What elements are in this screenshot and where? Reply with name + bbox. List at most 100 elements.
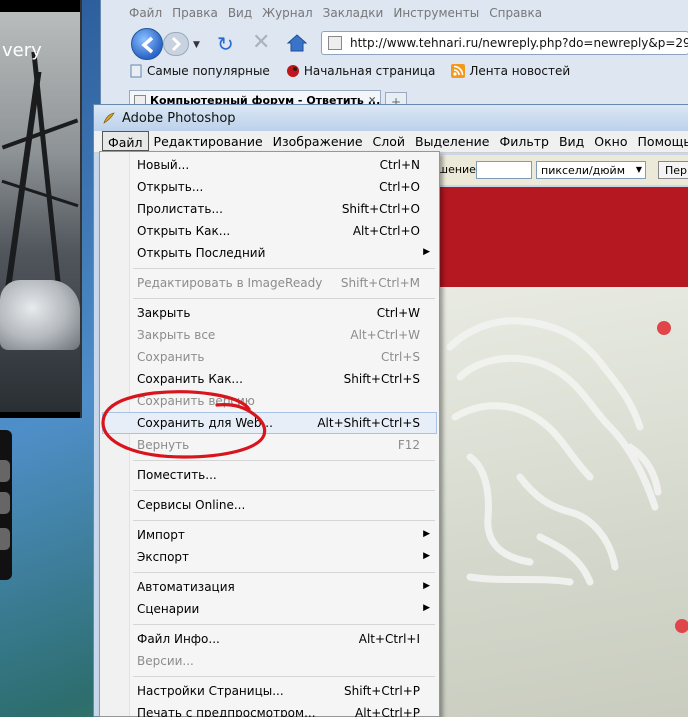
menu-item-scripts[interactable]: Сценарии ▶ <box>102 598 437 620</box>
red-marker-dot <box>675 619 688 633</box>
bookmark-news-feed[interactable]: Лента новостей <box>451 64 570 78</box>
menu-item-label: Открыть Как... <box>137 224 231 238</box>
select-arrow-icon: ▼ <box>635 165 642 174</box>
menu-item-label: Новый... <box>137 158 190 172</box>
photoshop-feather-icon <box>103 112 115 124</box>
photoshop-titlebar[interactable]: Adobe Photoshop <box>94 105 688 131</box>
menu-item-label: Сохранить Как... <box>137 372 243 386</box>
red-circle-annotation <box>101 390 267 459</box>
browser-menu-tools[interactable]: Инструменты <box>393 6 479 20</box>
menu-item-print-preview[interactable]: Печать с предпросмотром... Alt+Ctrl+P <box>102 702 437 717</box>
menu-item-shortcut: Shift+Ctrl+M <box>340 276 420 290</box>
menu-file[interactable]: Файл <box>102 131 149 151</box>
firefox-red-icon <box>286 65 299 77</box>
browser-menu-edit[interactable]: Правка <box>172 6 218 20</box>
menu-item-export[interactable]: Экспорт ▶ <box>102 546 437 568</box>
photo-viewer-window[interactable]: very <box>0 0 82 418</box>
browser-menubar: Файл Правка Вид Журнал Закладки Инструме… <box>129 6 542 20</box>
menu-item-versions: Версии... <box>102 650 437 672</box>
bookmark-start-page[interactable]: Начальная страница <box>286 64 435 78</box>
menu-separator <box>133 298 435 299</box>
browser-menu-bookmarks[interactable]: Закладки <box>323 6 384 20</box>
menu-item-shortcut: Alt+Ctrl+W <box>350 328 420 342</box>
menu-item-label: Сервисы Online... <box>137 498 246 512</box>
menu-item-shortcut: Alt+Shift+Ctrl+S <box>317 416 420 430</box>
menu-item-label: Пролистать... <box>137 202 223 216</box>
menu-item-shortcut: Ctrl+S <box>380 350 420 364</box>
stop-icon[interactable]: ✕ <box>252 30 270 55</box>
menu-item-label: Поместить... <box>137 468 217 482</box>
browser-menu-file[interactable]: Файл <box>129 6 162 20</box>
solder-trace-image <box>446 317 662 586</box>
history-dropdown-icon[interactable]: ▼ <box>193 40 200 50</box>
menu-item-shortcut: Ctrl+O <box>379 180 420 194</box>
bookmark-label: Лента новостей <box>469 64 571 78</box>
submenu-arrow-icon: ▶ <box>423 581 430 591</box>
menu-layer[interactable]: Слой <box>368 131 411 151</box>
menu-separator <box>133 624 435 625</box>
browser-menu-help[interactable]: Справка <box>489 6 542 20</box>
menu-item-save: Сохранить Ctrl+S <box>102 346 437 368</box>
menu-item-edit-in-imageready: Редактировать в ImageReady Shift+Ctrl+M <box>102 272 437 294</box>
menu-item-open-recent[interactable]: Открыть Последний ▶ <box>102 242 437 264</box>
menu-separator <box>133 490 435 491</box>
menu-item-label: Открыть... <box>137 180 204 194</box>
menu-item-automate[interactable]: Автоматизация ▶ <box>102 576 437 598</box>
home-icon[interactable] <box>286 33 308 53</box>
menu-window[interactable]: Окно <box>589 131 632 151</box>
menu-item-close[interactable]: Закрыть Ctrl+W <box>102 302 437 324</box>
submenu-arrow-icon: ▶ <box>423 247 430 257</box>
menu-item-label: Файл Инфо... <box>137 632 220 646</box>
menu-item-label: Автоматизация <box>137 580 235 594</box>
resolution-input[interactable] <box>476 161 532 179</box>
menu-item-shortcut: Alt+Ctrl+P <box>355 706 420 717</box>
menu-select[interactable]: Выделение <box>410 131 494 151</box>
rss-feed-icon <box>451 64 466 78</box>
menu-filter[interactable]: Фильтр <box>494 131 553 151</box>
browser-menu-view[interactable]: Вид <box>228 6 252 20</box>
menu-separator <box>133 572 435 573</box>
reload-icon[interactable]: ↻ <box>217 32 234 56</box>
menu-item-close-all: Закрыть все Alt+Ctrl+W <box>102 324 437 346</box>
forward-button[interactable] <box>163 32 189 56</box>
menu-item-label: Печать с предпросмотром... <box>137 706 316 717</box>
url-text: http://www.tehnari.ru/newreply.php?do=ne… <box>350 36 688 50</box>
resolution-unit-select[interactable]: пиксели/дюйм ▼ <box>536 161 646 179</box>
menu-item-open[interactable]: Открыть... Ctrl+O <box>102 176 437 198</box>
menu-item-shortcut: F12 <box>397 438 420 452</box>
document-canvas[interactable] <box>440 187 688 717</box>
menu-item-label: Открыть Последний <box>137 246 266 260</box>
menu-image[interactable]: Изображение <box>268 131 368 151</box>
menu-item-shortcut: Ctrl+N <box>379 158 420 172</box>
menu-separator <box>133 268 435 269</box>
desktop-sidebar-strip[interactable] <box>0 430 12 580</box>
submenu-arrow-icon: ▶ <box>423 551 430 561</box>
back-arrow-icon <box>141 36 154 54</box>
browser-menu-history[interactable]: Журнал <box>262 6 313 20</box>
menu-item-import[interactable]: Импорт ▶ <box>102 524 437 546</box>
submenu-arrow-icon: ▶ <box>423 603 430 613</box>
menu-item-new[interactable]: Новый... Ctrl+N <box>102 154 437 176</box>
menu-separator <box>133 520 435 521</box>
menu-item-page-setup[interactable]: Настройки Страницы... Shift+Ctrl+P <box>102 680 437 702</box>
car-image <box>0 280 80 350</box>
browser-window[interactable]: Файл Правка Вид Журнал Закладки Инструме… <box>100 0 688 112</box>
window-title: Adobe Photoshop <box>122 111 236 126</box>
menu-item-place[interactable]: Поместить... <box>102 464 437 486</box>
menu-item-shortcut: Shift+Ctrl+S <box>343 372 420 386</box>
menu-item-file-info[interactable]: Файл Инфо... Alt+Ctrl+I <box>102 628 437 650</box>
menu-view[interactable]: Вид <box>554 131 589 151</box>
menu-item-browse[interactable]: Пролистать... Shift+Ctrl+O <box>102 198 437 220</box>
photo-image <box>0 12 80 412</box>
resolution-unit-value: пиксели/дюйм <box>541 164 625 177</box>
menu-help[interactable]: Помощь <box>633 131 688 151</box>
options-button[interactable]: Пер <box>658 161 688 179</box>
back-button[interactable] <box>131 28 163 60</box>
address-bar[interactable]: http://www.tehnari.ru/newreply.php?do=ne… <box>321 31 688 55</box>
menu-edit[interactable]: Редактирование <box>149 131 268 151</box>
menu-item-online-services[interactable]: Сервисы Online... <box>102 494 437 516</box>
menu-item-open-as[interactable]: Открыть Как... Alt+Ctrl+O <box>102 220 437 242</box>
bookmark-most-visited[interactable]: Самые популярные <box>129 64 270 78</box>
photoshop-menubar: Файл Редактирование Изображение Слой Выд… <box>94 131 688 153</box>
menu-separator <box>133 676 435 677</box>
